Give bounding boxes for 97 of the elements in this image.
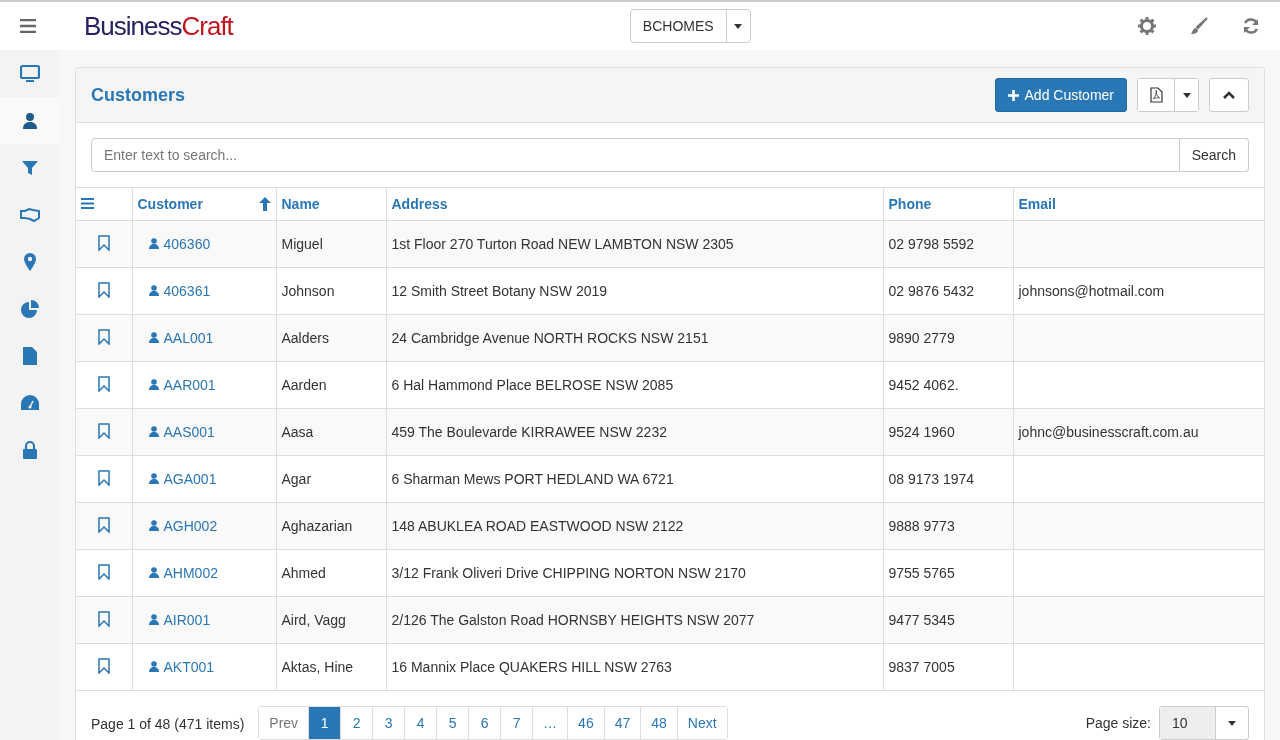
- caret-icon: [1182, 92, 1191, 98]
- bookmark-icon[interactable]: [97, 234, 110, 251]
- table-cell: 148 ABUKLEA ROAD EASTWOOD NSW 2122: [391, 518, 684, 534]
- logo: BusinessCraft: [84, 10, 233, 42]
- table-cell: Aktas, Hine: [281, 659, 354, 675]
- column-header[interactable]: Address: [391, 196, 448, 212]
- customer-link[interactable]: AAR001: [148, 376, 216, 393]
- table-cell: Aarden: [281, 377, 327, 393]
- paintbrush-icon[interactable]: [1190, 17, 1208, 35]
- add-customer-button[interactable]: Add Customer: [994, 78, 1127, 112]
- table-cell: 2/126 The Galston Road HORNSBY HEIGHTS NSW 2077: [391, 612, 755, 628]
- table-cell: 02 9798 5592: [888, 236, 975, 252]
- customer-link[interactable]: AGA001: [148, 470, 217, 487]
- table-cell: 9452 4062.: [888, 377, 959, 393]
- menu-icon[interactable]: [20, 19, 36, 33]
- user-icon: [148, 473, 159, 485]
- lock-icon: [20, 439, 40, 460]
- page-size-select[interactable]: 10: [1159, 706, 1249, 740]
- table-cell: 1st Floor 270 Turton Road NEW LAMBTON NSW 2305: [391, 236, 734, 252]
- user-icon: [20, 110, 40, 131]
- customer-link[interactable]: AKT001: [148, 658, 215, 675]
- pdf-file-icon: [1149, 87, 1163, 103]
- table-cell: 9890 2779: [888, 330, 955, 346]
- table-cell: Aird, Vagg: [281, 612, 346, 628]
- customer-link[interactable]: AIR001: [148, 611, 211, 628]
- table-cell: 02 9876 5432: [888, 283, 975, 299]
- table-cell: Miguel: [281, 236, 323, 252]
- export-dropdown-button[interactable]: [1174, 79, 1198, 111]
- table-cell: 9755 5765: [888, 565, 955, 581]
- desktop-icon: [20, 63, 40, 84]
- column-header[interactable]: Email: [1018, 196, 1056, 212]
- table-cell: Ahmed: [281, 565, 326, 581]
- plus-icon: [1007, 89, 1019, 101]
- table-cell: 459 The Boulevarde KIRRAWEE NSW 2232: [391, 424, 667, 440]
- page-button[interactable]: 1: [309, 707, 342, 739]
- panel-title: Customers: [91, 84, 186, 106]
- customer-link[interactable]: AAL001: [148, 329, 214, 346]
- table-cell: 6 Hal Hammond Place BELROSE NSW 2085: [391, 377, 674, 393]
- table-cell: 3/12 Frank Oliveri Drive CHIPPING NORTON NSW 2170: [391, 565, 746, 581]
- table-cell: 24 Cambridge Avenue NORTH ROCKS NSW 2151: [391, 330, 709, 346]
- search-field[interactable]: Enter text to search...: [91, 138, 1180, 172]
- chevron-up-icon: [1223, 91, 1235, 99]
- caret-icon: [1228, 720, 1236, 726]
- sidebar-item[interactable]: [0, 97, 60, 144]
- table-cell: johnsons@hotmail.com: [1018, 283, 1165, 299]
- customer-link[interactable]: 406360: [148, 235, 211, 252]
- bookmark-icon[interactable]: [97, 516, 110, 533]
- bookmark-icon[interactable]: [97, 610, 110, 627]
- table-cell: 9477 5345: [888, 612, 955, 628]
- collapse-button[interactable]: [1209, 78, 1249, 112]
- column-header[interactable]: Name: [281, 196, 320, 212]
- user-icon: [148, 285, 159, 297]
- table-cell: johnc@businesscraft.com.au: [1018, 424, 1199, 440]
- table-cell: 16 Mannix Place QUAKERS HILL NSW 2763: [391, 659, 672, 675]
- user-icon: [148, 661, 159, 673]
- bookmark-icon[interactable]: [97, 375, 110, 392]
- table-cell: Agar: [281, 471, 312, 487]
- user-icon: [148, 332, 159, 344]
- refresh-icon[interactable]: [1242, 17, 1260, 35]
- table-cell: 9888 9773: [888, 518, 955, 534]
- bookmark-icon[interactable]: [97, 563, 110, 580]
- bookmark-icon[interactable]: [97, 328, 110, 345]
- page-summary: Page 1 of 48 (471 items): [91, 716, 245, 732]
- table-cell: Aalders: [281, 330, 329, 346]
- page-size-label: Page size:: [1085, 715, 1151, 731]
- bookmark-icon[interactable]: [97, 657, 110, 674]
- customer-link[interactable]: AGH002: [148, 517, 218, 534]
- sort-ascending-icon[interactable]: [258, 197, 271, 211]
- customer-link[interactable]: AHM002: [148, 564, 218, 581]
- user-icon: [148, 520, 159, 532]
- settings-icon[interactable]: [1138, 17, 1156, 35]
- pdf-export-button[interactable]: [1138, 79, 1174, 111]
- file-icon: [20, 345, 40, 366]
- table-cell: 9837 7005: [888, 659, 955, 675]
- table-cell: Aasa: [281, 424, 314, 440]
- column-header[interactable]: Phone: [888, 196, 932, 212]
- column-header[interactable]: Customer: [137, 196, 203, 212]
- bookmark-icon[interactable]: [97, 281, 110, 298]
- pie-icon: [20, 298, 40, 319]
- bookmark-icon[interactable]: [97, 469, 110, 486]
- column-menu-icon[interactable]: [81, 198, 94, 209]
- search-button[interactable]: Search: [1179, 138, 1249, 172]
- user-icon: [148, 614, 159, 626]
- user-icon: [148, 238, 159, 250]
- table-cell: 12 Smith Street Botany NSW 2019: [391, 283, 608, 299]
- user-icon: [148, 426, 159, 438]
- customer-link[interactable]: 406361: [148, 282, 211, 299]
- table-cell: 9524 1960: [888, 424, 955, 440]
- user-icon: [148, 567, 159, 579]
- bookmark-icon[interactable]: [97, 422, 110, 439]
- table-cell: Aghazarian: [281, 518, 353, 534]
- table-cell: Johnson: [281, 283, 335, 299]
- gauge-icon: [20, 392, 40, 413]
- user-icon: [148, 379, 159, 391]
- table-cell: 08 9173 1974: [888, 471, 975, 487]
- table-cell: 6 Sharman Mews PORT HEDLAND WA 6721: [391, 471, 674, 487]
- customer-link[interactable]: AAS001: [148, 423, 215, 440]
